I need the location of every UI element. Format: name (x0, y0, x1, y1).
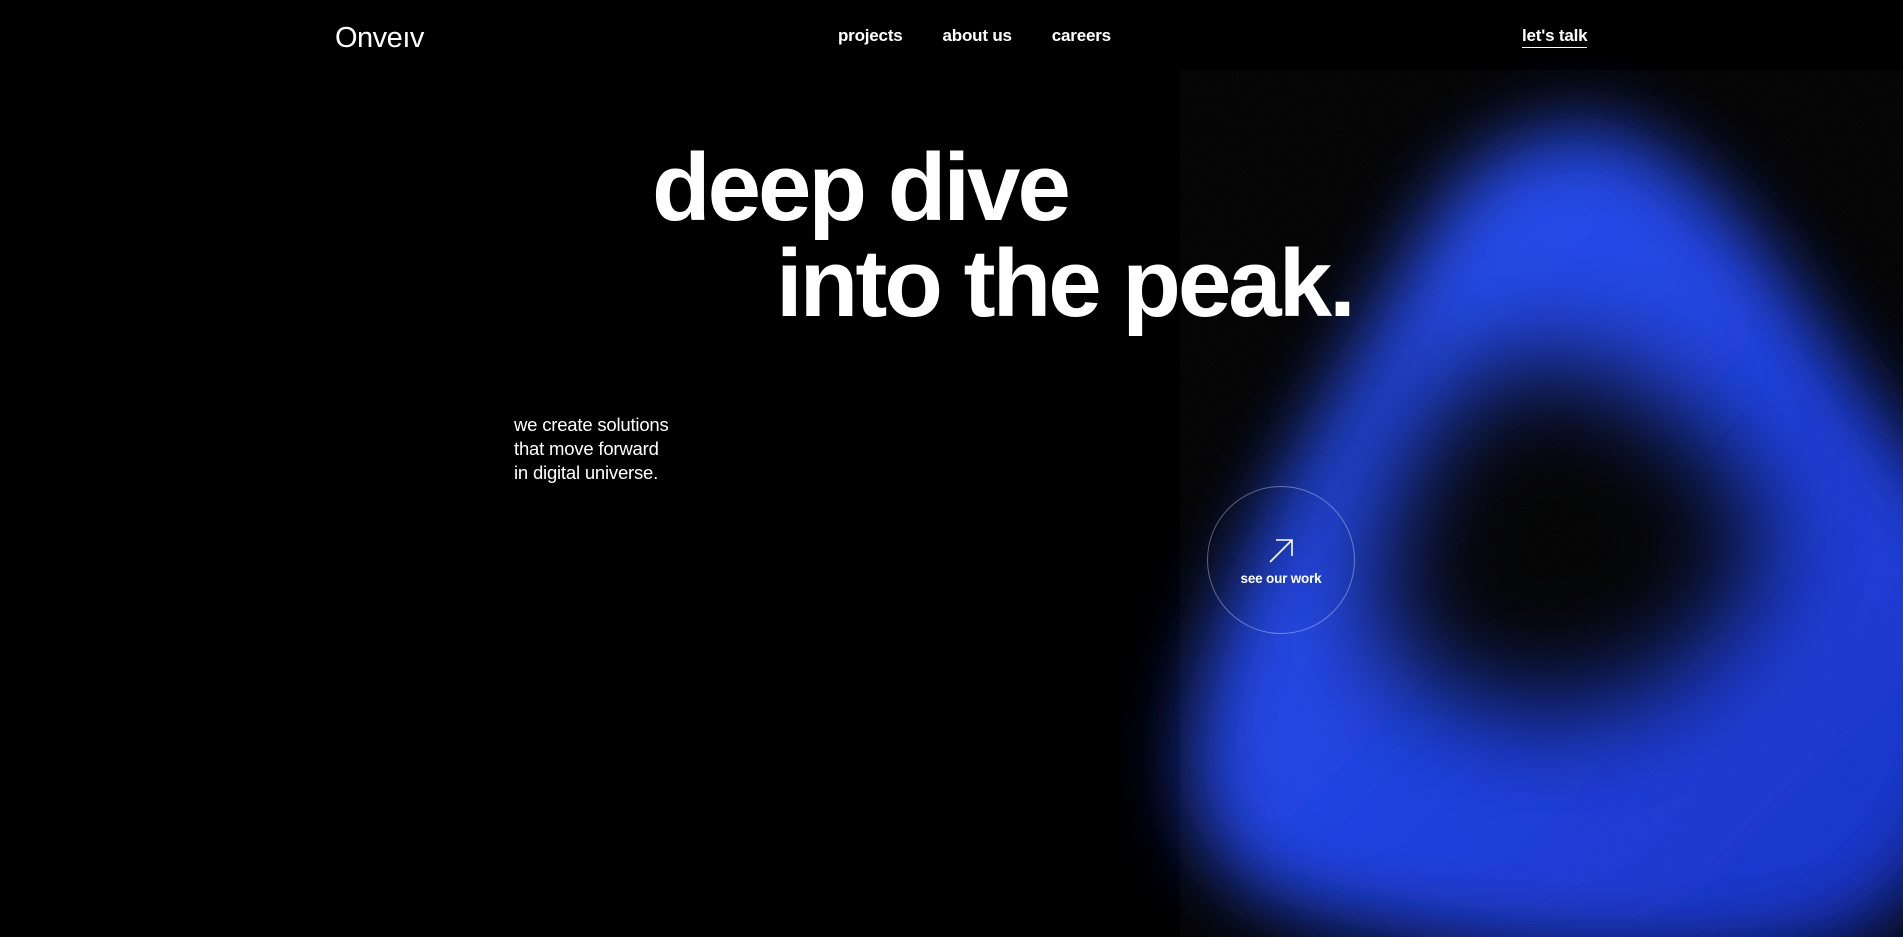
hero-subtext: we create solutions that move forward in… (514, 413, 669, 485)
landing-page: Onveıv projects about us careers let's t… (0, 0, 1903, 937)
hero-headline-line-1: deep dive (652, 134, 1071, 241)
see-our-work-label: see our work (1240, 570, 1322, 586)
nav-item-careers[interactable]: careers (1052, 26, 1111, 46)
main-nav: projects about us careers (838, 26, 1111, 46)
nav-item-about-us[interactable]: about us (943, 26, 1012, 46)
hero-subtext-line: we create solutions (514, 414, 669, 435)
brand-logo[interactable]: Onveıv (335, 22, 424, 55)
lets-talk-link[interactable]: let's talk (1522, 26, 1588, 48)
arrow-up-right-icon (1269, 538, 1293, 563)
see-our-work-button[interactable]: see our work (1207, 486, 1355, 634)
hero-subtext-line: that move forward (514, 438, 659, 459)
site-header: Onveıv projects about us careers let's t… (0, 0, 1903, 76)
hero-subtext-line: in digital universe. (514, 462, 659, 483)
hero-headline-line-2: into the peak. (776, 230, 1356, 337)
nav-item-projects[interactable]: projects (838, 26, 903, 46)
